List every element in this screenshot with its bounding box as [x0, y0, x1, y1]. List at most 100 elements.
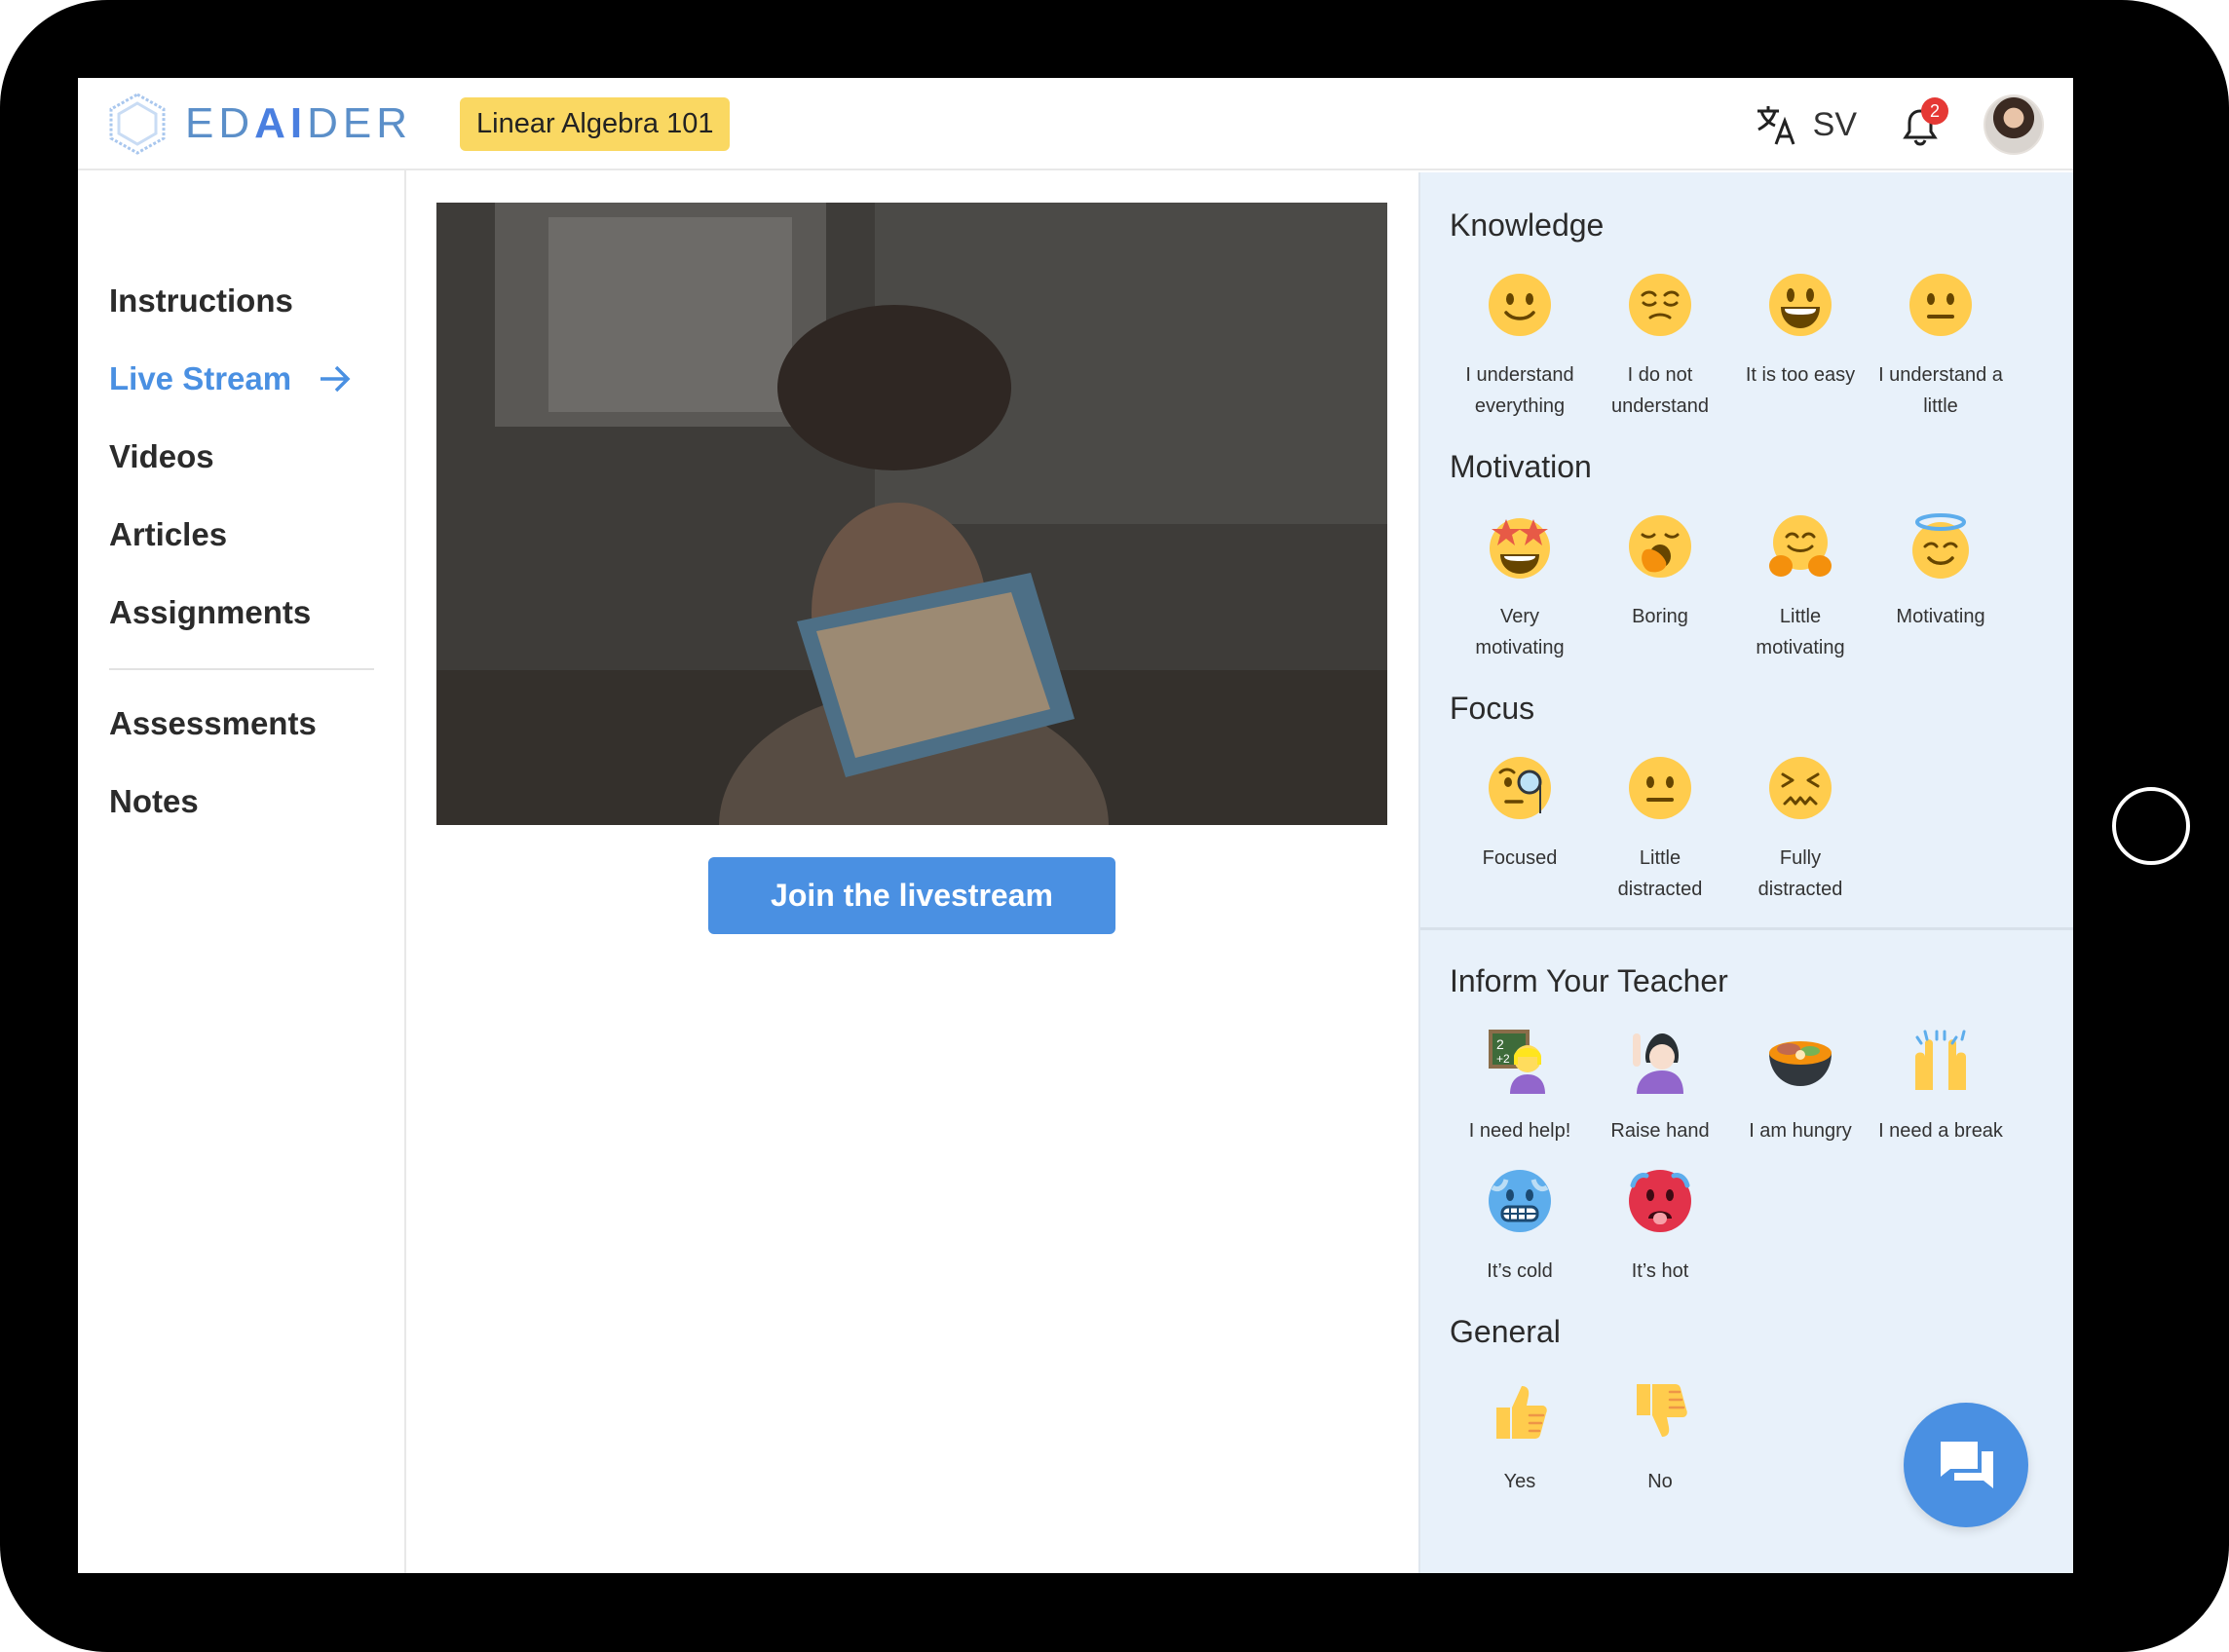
- sidebar-item-instructions[interactable]: Instructions: [109, 282, 293, 319]
- sidebar-item-notes[interactable]: Notes: [109, 783, 199, 820]
- panel-divider: [1420, 927, 2073, 930]
- raised-hands-icon: [1915, 1030, 1966, 1090]
- reaction-label: understand: [1610, 395, 1710, 417]
- sidebar-divider: [109, 668, 374, 670]
- reaction-label: Focused: [1482, 847, 1558, 869]
- sidebar-item-live-stream[interactable]: Live Stream: [109, 360, 352, 397]
- livestream-video[interactable]: [436, 203, 1387, 825]
- reaction-understand-little[interactable]: I understand a little: [1870, 272, 2011, 422]
- thumbs-down-icon: [1637, 1384, 1687, 1437]
- inform-need-break[interactable]: I need a break: [1870, 1028, 2011, 1146]
- reaction-too-easy[interactable]: It is too easy: [1730, 272, 1870, 391]
- relieved-face-icon: [1629, 274, 1691, 336]
- reaction-label: distracted: [1617, 879, 1703, 900]
- reaction-label: Raise hand: [1610, 1120, 1710, 1142]
- sidebar-item-articles[interactable]: Articles: [109, 516, 227, 553]
- edaider-logo[interactable]: EDAIDER: [107, 92, 412, 156]
- reaction-label: I am hungry: [1749, 1120, 1852, 1142]
- yawning-face-icon: [1629, 515, 1691, 578]
- sidebar-item-assignments[interactable]: Assignments: [109, 594, 311, 631]
- neutral-face-icon: [1909, 274, 1972, 336]
- reaction-label: Little: [1779, 606, 1822, 627]
- arrow-right-icon: [321, 365, 351, 393]
- chat-icon: [1941, 1442, 1993, 1488]
- sidebar-nav: Instructions Live Stream Videos Articles…: [78, 170, 406, 1573]
- course-badge[interactable]: Linear Algebra 101: [460, 97, 731, 151]
- reaction-focused[interactable]: Focused: [1450, 755, 1590, 874]
- reaction-label: I do not: [1627, 364, 1693, 386]
- reaction-fully-distracted[interactable]: Fully distracted: [1730, 755, 1870, 905]
- header-actions: SV 2: [1755, 94, 2044, 155]
- notifications-button[interactable]: 2: [1896, 97, 1948, 152]
- reaction-label: I need help!: [1468, 1120, 1571, 1142]
- reaction-label: Very: [1499, 606, 1540, 627]
- thumbs-up-icon: [1496, 1386, 1547, 1439]
- confounded-face-icon: [1769, 757, 1832, 819]
- reaction-label: I need a break: [1878, 1120, 2003, 1142]
- chat-button[interactable]: [1904, 1403, 2028, 1527]
- reaction-label: Yes: [1503, 1471, 1536, 1492]
- monocle-face-icon: [1489, 757, 1551, 819]
- slightly-smiling-face-icon: [1489, 274, 1551, 336]
- food-bowl-icon: [1769, 1041, 1832, 1086]
- inform-need-help[interactable]: 2 +2 I need help!: [1450, 1028, 1590, 1146]
- inform-hot[interactable]: It’s hot: [1590, 1168, 1730, 1287]
- neutral-face-icon: [1629, 757, 1691, 819]
- join-livestream-button[interactable]: Join the livestream: [708, 857, 1115, 934]
- hexagon-logo-icon: [109, 93, 166, 155]
- top-header: EDAIDER Linear Algebra 101 SV 2: [78, 78, 2073, 170]
- sidebar-item-videos[interactable]: Videos: [109, 438, 214, 475]
- reactions-panel: Knowledge I understand everything I do no…: [1418, 172, 2073, 1573]
- reaction-do-not-understand[interactable]: I do not understand: [1590, 272, 1730, 422]
- user-avatar[interactable]: [1983, 94, 2044, 155]
- reaction-label: Little: [1639, 847, 1681, 869]
- reaction-little-distracted[interactable]: Little distracted: [1590, 755, 1730, 905]
- focus-title: Focus: [1450, 691, 1535, 726]
- reaction-label: No: [1647, 1471, 1673, 1492]
- inform-raise-hand[interactable]: Raise hand: [1590, 1028, 1730, 1146]
- reaction-label: motivating: [1475, 637, 1565, 658]
- logo-text: EDAIDER: [185, 99, 413, 147]
- reaction-understand-everything[interactable]: I understand everything: [1450, 272, 1590, 422]
- translate-icon[interactable]: [1755, 102, 1799, 147]
- hot-face-icon: [1629, 1170, 1691, 1232]
- reaction-little-motivating[interactable]: Little motivating: [1730, 513, 1870, 663]
- reaction-label: Boring: [1632, 606, 1688, 627]
- halo-face-icon: [1912, 513, 1969, 579]
- sidebar-item-assessments[interactable]: Assessments: [109, 705, 317, 742]
- inform-hungry[interactable]: I am hungry: [1730, 1028, 1870, 1146]
- reaction-label: I understand: [1465, 364, 1574, 386]
- reaction-label: motivating: [1756, 637, 1845, 658]
- reaction-label: It’s hot: [1631, 1260, 1689, 1282]
- reaction-label: It’s cold: [1487, 1260, 1553, 1282]
- reaction-label: Fully: [1779, 847, 1822, 869]
- general-no[interactable]: No: [1590, 1378, 1730, 1497]
- inform-teacher-title: Inform Your Teacher: [1450, 963, 1728, 998]
- reaction-label: distracted: [1757, 879, 1843, 900]
- language-label[interactable]: SV: [1813, 106, 1857, 144]
- motivation-title: Motivation: [1450, 449, 1592, 484]
- grinning-face-icon: [1769, 274, 1832, 336]
- reaction-motivating[interactable]: Motivating: [1870, 513, 2011, 632]
- teacher-icon: 2 +2: [1489, 1030, 1545, 1094]
- cold-face-icon: [1489, 1170, 1551, 1232]
- reaction-label: I understand a: [1878, 364, 2003, 386]
- general-yes[interactable]: Yes: [1450, 1378, 1590, 1497]
- notification-count-badge: 2: [1921, 97, 1948, 125]
- home-button[interactable]: [2112, 787, 2190, 865]
- hugging-face-icon: [1769, 515, 1832, 577]
- svg-text:+2: +2: [1496, 1052, 1510, 1066]
- app-screen: EDAIDER Linear Algebra 101 SV 2 Instruct…: [78, 78, 2073, 1573]
- reaction-label: It is too easy: [1745, 364, 1856, 386]
- inform-cold[interactable]: It’s cold: [1450, 1168, 1590, 1287]
- reaction-boring[interactable]: Boring: [1590, 513, 1730, 632]
- raise-hand-icon: [1633, 1033, 1683, 1094]
- star-struck-icon: [1490, 518, 1550, 579]
- reaction-very-motivating[interactable]: Very motivating: [1450, 513, 1590, 663]
- reaction-label: Motivating: [1896, 606, 1985, 627]
- svg-text:2: 2: [1496, 1036, 1504, 1052]
- general-title: General: [1450, 1314, 1561, 1349]
- reaction-label: little: [1923, 395, 1958, 417]
- knowledge-title: Knowledge: [1450, 207, 1605, 243]
- reaction-label: everything: [1474, 395, 1566, 417]
